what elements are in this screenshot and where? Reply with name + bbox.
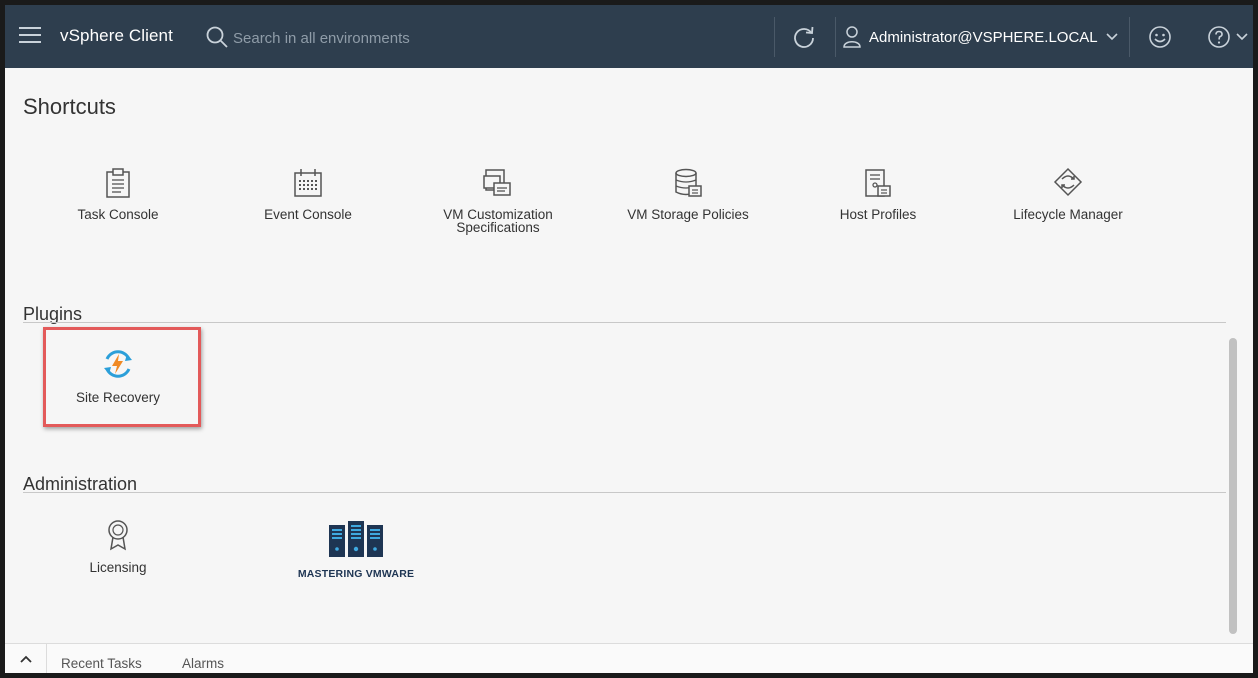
- section-divider: [23, 322, 1226, 323]
- header-divider: [774, 17, 775, 57]
- shortcut-vm-storage-policies[interactable]: VM Storage Policies: [593, 164, 783, 221]
- expand-panel-button[interactable]: [5, 644, 47, 673]
- top-header: vSphere Client Administrator@VSPHERE.LOC…: [5, 5, 1253, 68]
- license-ribbon-icon: [108, 520, 128, 551]
- bottom-panel-bar: Recent Tasks Alarms: [5, 643, 1253, 673]
- shortcut-vm-customization[interactable]: VM Customization Specifications: [403, 164, 593, 234]
- site-recovery-icon: [104, 350, 132, 378]
- main-content: Shortcuts Task Console Event Console VM …: [5, 68, 1253, 643]
- help-menu[interactable]: [1207, 25, 1248, 49]
- server-rack-icon: [329, 521, 383, 557]
- admin-licensing[interactable]: Licensing: [23, 517, 213, 574]
- logo-text: MASTERING VMWARE: [297, 568, 415, 580]
- vm-customization-icon: [483, 169, 511, 196]
- lifecycle-icon: [1053, 167, 1083, 197]
- tab-recent-tasks[interactable]: Recent Tasks: [61, 656, 142, 671]
- plugin-site-recovery[interactable]: Site Recovery: [23, 347, 213, 404]
- search-input[interactable]: [233, 27, 613, 49]
- shortcut-label: Lifecycle Manager: [1013, 207, 1123, 222]
- shortcut-event-console[interactable]: Event Console: [213, 164, 403, 221]
- user-menu[interactable]: Administrator@VSPHERE.LOCAL: [843, 24, 1118, 50]
- shortcut-label: VM Storage Policies: [627, 207, 749, 222]
- refresh-icon[interactable]: [791, 25, 817, 56]
- chevron-down-icon: [1106, 33, 1118, 41]
- storage-policy-icon: [675, 168, 702, 197]
- user-name: Administrator@VSPHERE.LOCAL: [869, 28, 1098, 46]
- host-profile-icon: [865, 169, 891, 197]
- feedback-smiley-icon[interactable]: [1148, 25, 1172, 54]
- chevron-down-icon: [1236, 33, 1248, 41]
- shortcut-label: Task Console: [77, 207, 159, 222]
- search-icon: [206, 26, 228, 48]
- user-icon: [843, 26, 861, 48]
- global-search[interactable]: [203, 22, 623, 52]
- header-divider: [835, 17, 836, 57]
- section-divider: [23, 492, 1226, 493]
- clipboard-icon: [106, 168, 130, 198]
- header-divider: [1129, 17, 1130, 57]
- help-icon: [1208, 26, 1230, 48]
- admin-label: Licensing: [89, 560, 147, 575]
- tab-alarms[interactable]: Alarms: [182, 656, 224, 671]
- page-title: Shortcuts: [23, 94, 116, 119]
- menu-icon[interactable]: [19, 27, 41, 45]
- shortcut-label: VM Customization Specifications: [443, 207, 553, 235]
- shortcut-lifecycle-manager[interactable]: Lifecycle Manager: [973, 164, 1163, 221]
- chevron-up-icon: [19, 655, 32, 663]
- browser-frame: vSphere Client Administrator@VSPHERE.LOC…: [5, 5, 1253, 673]
- scrollbar-thumb[interactable]: [1229, 338, 1237, 634]
- shortcut-label: Event Console: [264, 207, 352, 222]
- mastering-vmware-logo: MASTERING VMWARE: [283, 521, 429, 581]
- plugin-label: Site Recovery: [75, 390, 161, 405]
- shortcut-host-profiles[interactable]: Host Profiles: [783, 164, 973, 221]
- app-title: vSphere Client: [60, 26, 173, 45]
- calendar-icon: [294, 169, 322, 197]
- shortcut-label: Host Profiles: [839, 207, 917, 222]
- shortcut-task-console[interactable]: Task Console: [23, 164, 213, 221]
